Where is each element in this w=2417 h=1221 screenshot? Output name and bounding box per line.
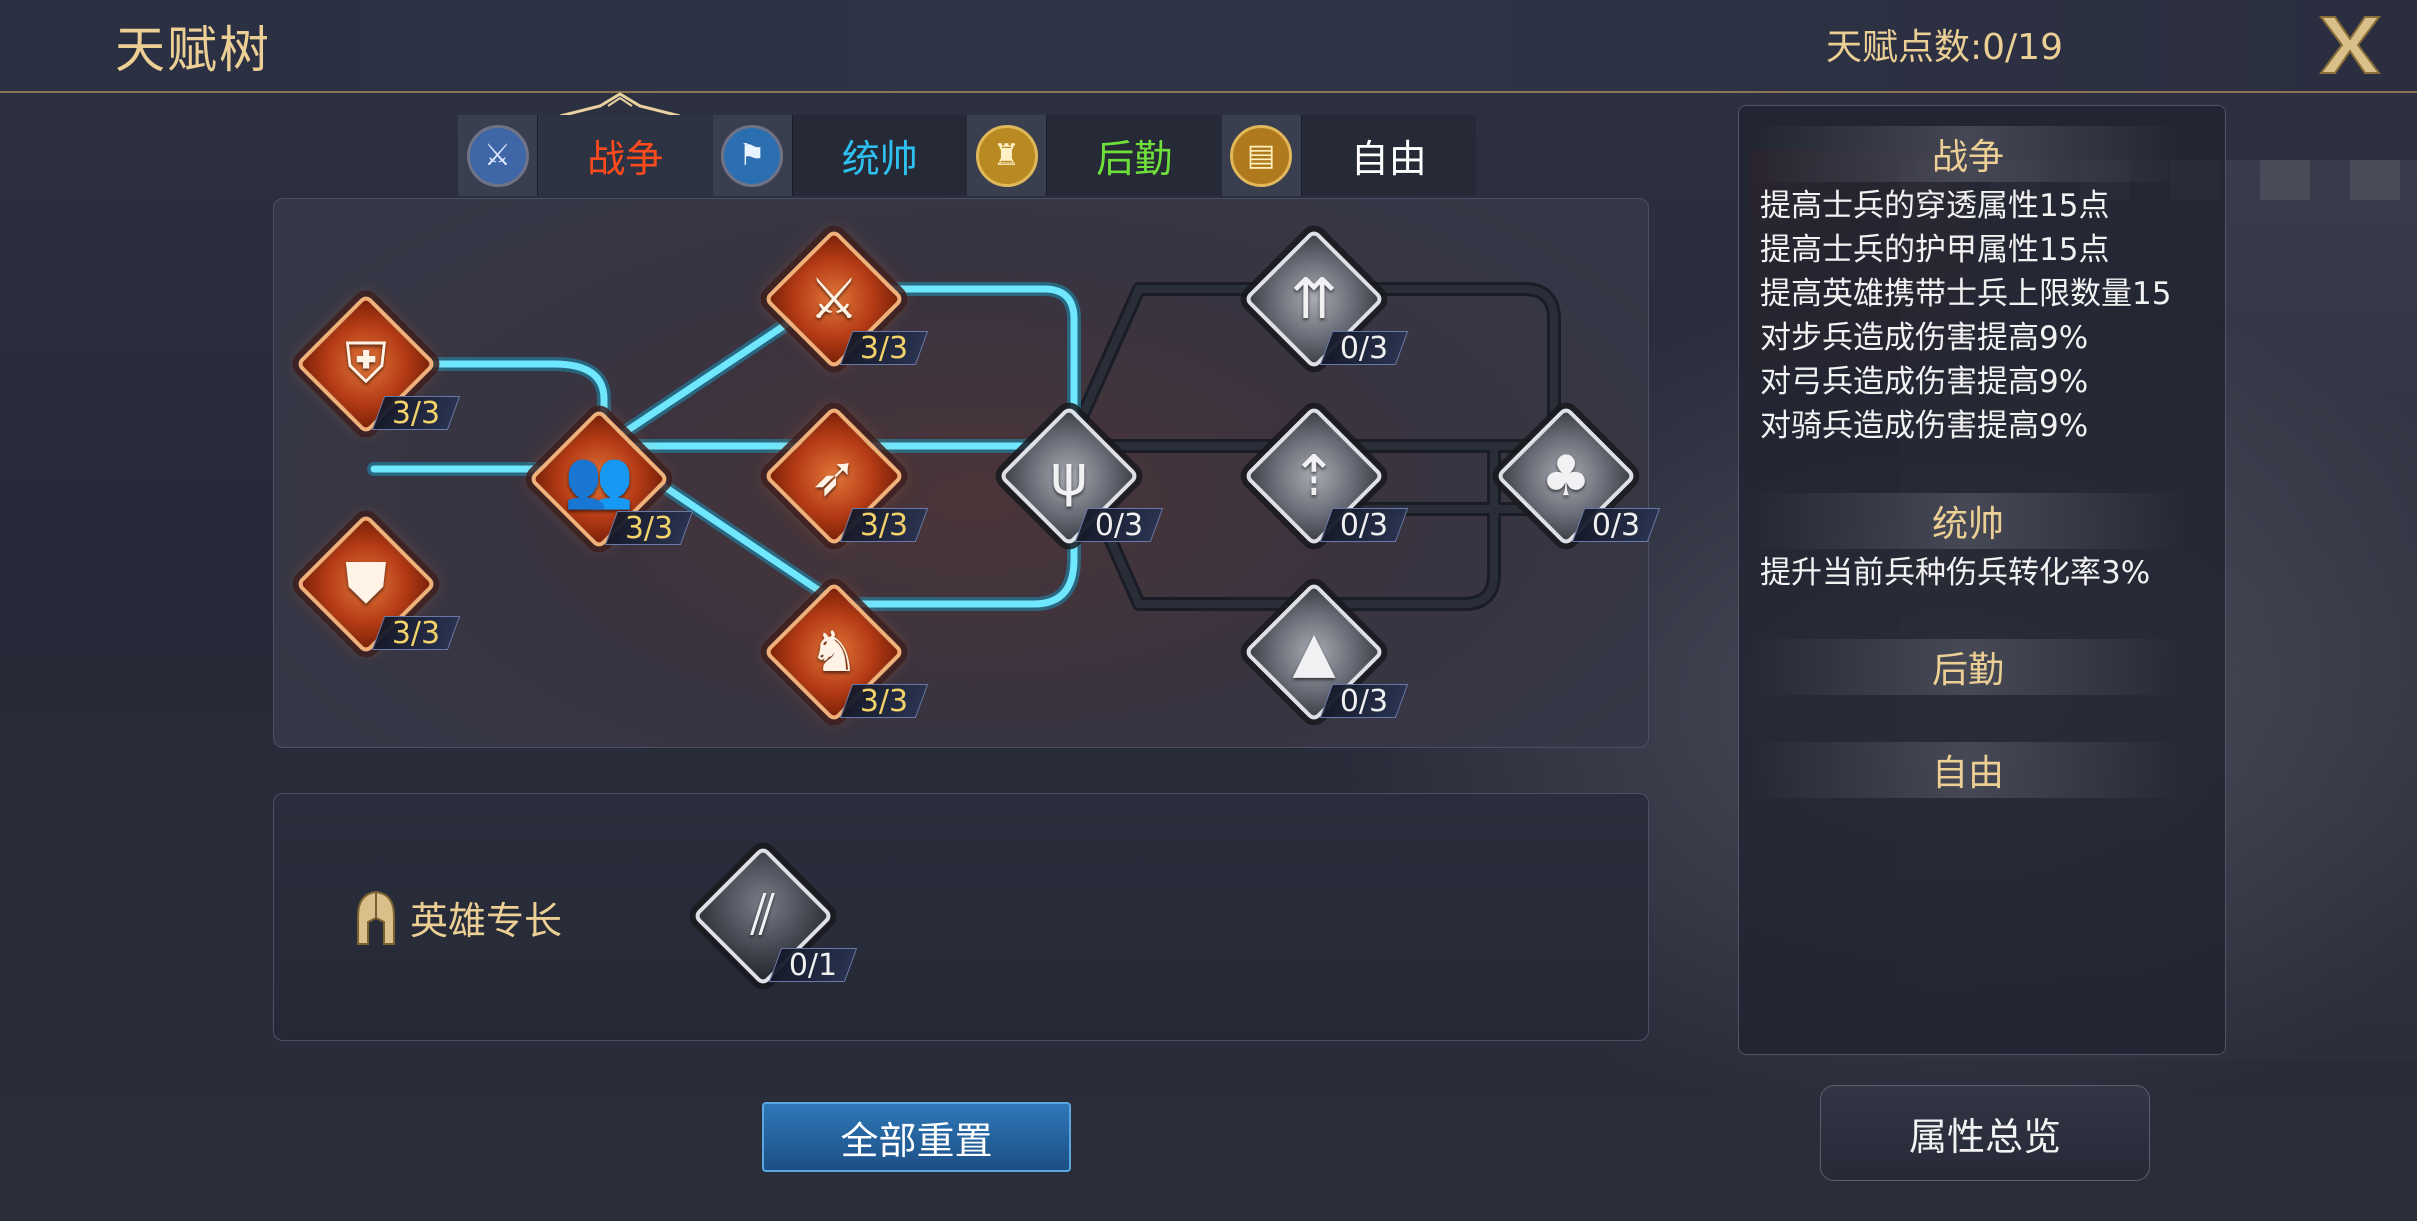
talent-node-desert[interactable]: ⇈ 0/3	[1243, 228, 1409, 370]
tab-war-label: 战争	[587, 137, 664, 181]
banner-icon: ⚑	[721, 124, 783, 187]
talent-node-forest[interactable]: ♣ 0/3	[1495, 405, 1661, 547]
node-count: 3/3	[859, 683, 909, 719]
hero-specialty-label: 英雄专长	[350, 888, 562, 946]
hero-specialty-node[interactable]: ⫽ 0/1	[692, 845, 858, 987]
warrior-icon: ⚔	[466, 124, 529, 187]
talent-points: 天赋点数:0/19	[1826, 27, 2063, 68]
node-count: 0/3	[1591, 507, 1641, 543]
tab-logistics-label: 后勤	[1096, 137, 1173, 181]
summary-line: 提高士兵的护甲属性15点	[1760, 232, 2110, 268]
talent-tree-panel: ⛨ 3/3 ⛊ 3/3 👥 3/3 ⚔ 3/3 ➶ 3/3 ♞ 3/3 ψ 0/…	[273, 198, 1661, 748]
hero-specialty-text: 英雄专长	[410, 898, 563, 943]
reset-all-button[interactable]: 全部重置	[762, 1102, 1071, 1172]
node-count: 3/3	[624, 510, 674, 546]
summary-line: 提高英雄携带士兵上限数量15	[1760, 276, 2172, 312]
tree-links	[367, 282, 1587, 611]
talent-node-plains[interactable]: ⇡ 0/3	[1243, 405, 1409, 547]
talent-tabs: ⚔ 战争 ⚑ 统帅 ♜ 后勤 ▤ 自由	[458, 115, 1476, 196]
summary-command-title: 统帅	[1752, 493, 2184, 549]
summary-line: 对弓兵造成伤害提高9%	[1760, 364, 2089, 400]
tab-command[interactable]: ⚑ 统帅	[712, 115, 968, 196]
node-count: 3/3	[859, 507, 909, 543]
talent-node-mountain[interactable]: ▲ 0/3	[1243, 581, 1409, 723]
fortress-icon: ♜	[975, 124, 1038, 187]
tab-war[interactable]: ⚔ 战争	[458, 115, 713, 196]
node-count: 3/3	[859, 330, 909, 366]
talent-node-pierce[interactable]: ⛨ 3/3	[295, 293, 461, 435]
talent-node-vs-cavalry[interactable]: ♞ 3/3	[763, 581, 929, 723]
talent-node-vs-infantry[interactable]: ⚔ 3/3	[763, 228, 929, 370]
node-count: 0/3	[1339, 683, 1389, 719]
talent-node-grass[interactable]: ψ 0/3	[998, 405, 1164, 547]
node-count: 3/3	[391, 395, 441, 431]
book-icon: ▤	[1230, 124, 1292, 187]
summary-line: 提升当前兵种伤兵转化率3%	[1760, 555, 2151, 591]
talent-node-vs-archer[interactable]: ➶ 3/3	[763, 405, 929, 547]
attribute-overview-button[interactable]: 属性总览	[1820, 1085, 2150, 1181]
summary-free-title: 自由	[1752, 742, 2184, 798]
talent-node-capacity[interactable]: 👥 3/3	[528, 408, 694, 550]
node-count: 0/3	[1339, 330, 1389, 366]
close-x-icon[interactable]	[2310, 5, 2390, 85]
summary-war-title: 战争	[1752, 126, 2184, 182]
tab-free-label: 自由	[1350, 137, 1427, 181]
page-title: 天赋树	[115, 21, 271, 79]
summary-logistics-title: 后勤	[1752, 639, 2184, 695]
tab-command-label: 统帅	[841, 137, 918, 181]
node-count: 0/1	[788, 947, 838, 983]
node-count: 0/3	[1339, 507, 1389, 543]
spartan-helmet-icon	[357, 890, 395, 945]
node-count: 0/3	[1094, 507, 1144, 543]
summary-line: 对步兵造成伤害提高9%	[1760, 320, 2089, 356]
summary-line: 提高士兵的穿透属性15点	[1760, 188, 2110, 224]
tab-free[interactable]: ▤ 自由	[1221, 115, 1477, 196]
node-count: 3/3	[391, 615, 441, 651]
tab-logistics[interactable]: ♜ 后勤	[967, 115, 1222, 196]
talent-node-armor[interactable]: ⛊ 3/3	[295, 513, 461, 655]
summary-line: 对骑兵造成伤害提高9%	[1760, 408, 2089, 444]
